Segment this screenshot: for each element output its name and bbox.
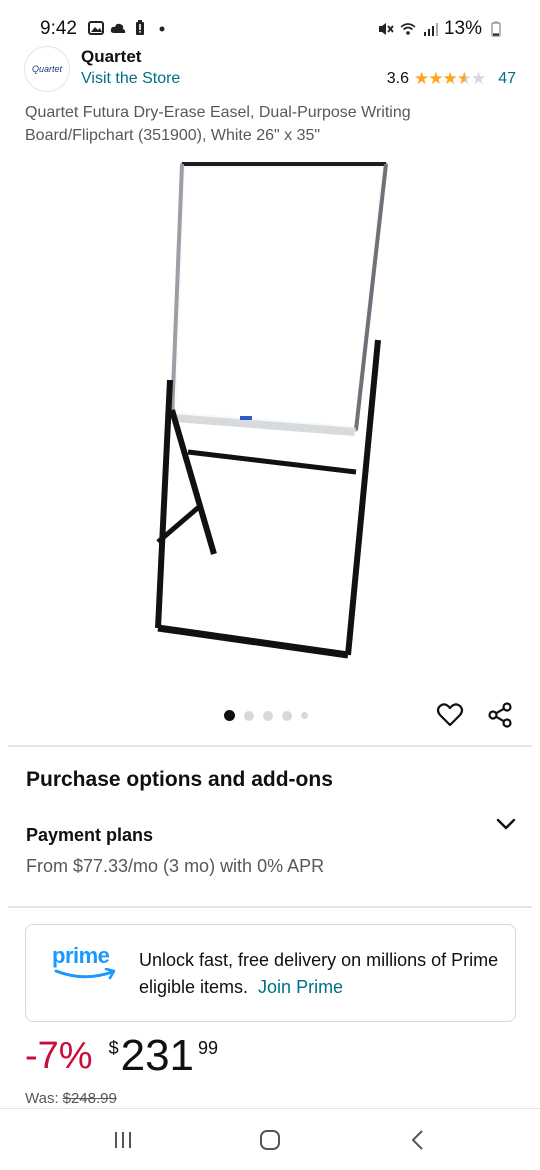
- rating-value: 3.6: [386, 70, 409, 87]
- signal-icon: [423, 23, 438, 36]
- price-whole: 231: [120, 1031, 195, 1080]
- discount-percent: -7%: [25, 1035, 93, 1077]
- status-time: 9:42: [40, 18, 77, 39]
- prime-logo: prime: [52, 943, 110, 968]
- mute-icon: [378, 23, 394, 35]
- prime-message: Unlock fast, free delivery on millions o…: [139, 947, 499, 1001]
- battery-percent: 13%: [443, 18, 482, 39]
- was-price-row: Was: $248.99: [25, 1090, 117, 1107]
- price-row: -7% $ 231 99: [25, 1032, 218, 1084]
- gallery-icon: [88, 21, 104, 35]
- home-icon[interactable]: [255, 1127, 285, 1153]
- status-notification-icons: [88, 20, 170, 36]
- carousel-dot-active[interactable]: [224, 710, 235, 721]
- wifi-icon: [400, 23, 416, 35]
- carousel-dot[interactable]: [282, 710, 292, 721]
- system-nav-bar: [0, 1108, 540, 1170]
- cloud-icon: [110, 23, 126, 33]
- was-label: Was:: [25, 1090, 59, 1107]
- section-divider: [8, 906, 532, 908]
- was-price: $248.99: [62, 1090, 117, 1107]
- brand-name[interactable]: Quartet: [81, 47, 141, 67]
- join-prime-link[interactable]: Join Prime: [258, 977, 343, 997]
- purchase-options-title: Purchase options and add-ons: [26, 768, 333, 791]
- payment-plans-text: From $77.33/mo (3 mo) with 0% APR: [26, 856, 325, 876]
- battery-icon: [491, 21, 501, 37]
- battery-alert-icon: [136, 20, 144, 35]
- dot-icon: [159, 26, 165, 32]
- carousel-dot[interactable]: [244, 710, 254, 721]
- recent-apps-icon[interactable]: [108, 1127, 138, 1153]
- prime-promo-box[interactable]: prime Unlock fast, free delivery on mill…: [25, 924, 516, 1022]
- share-icon[interactable]: [486, 701, 514, 729]
- chevron-down-icon[interactable]: [494, 812, 518, 836]
- visit-store-link[interactable]: Visit the Store: [81, 70, 180, 88]
- carousel-dot[interactable]: [263, 710, 273, 721]
- image-carousel-dots[interactable]: [224, 710, 308, 721]
- brand-logo[interactable]: Quartet: [24, 46, 70, 92]
- price-currency: $: [108, 1038, 119, 1058]
- section-divider: [8, 745, 532, 747]
- carousel-dot[interactable]: [301, 712, 308, 719]
- product-title: Quartet Futura Dry-Erase Easel, Dual-Pur…: [25, 104, 411, 144]
- heart-icon[interactable]: [436, 701, 464, 729]
- rating-count[interactable]: 47: [498, 70, 516, 88]
- star-rating-icon: ★★★★★: [413, 69, 486, 88]
- brand-header: Quartet Quartet Visit the Store 3.6 ★★★★…: [0, 40, 540, 96]
- status-system-icons: 13%: [378, 18, 504, 40]
- back-icon[interactable]: [403, 1127, 433, 1153]
- rating-summary[interactable]: 3.6 ★★★★★ 47: [387, 69, 516, 89]
- prime-smile-icon: [54, 968, 116, 980]
- whiteboard-easel-image[interactable]: [130, 150, 410, 670]
- price-fraction: 99: [198, 1038, 219, 1058]
- payment-plans-title[interactable]: Payment plans: [26, 825, 153, 846]
- brand-logo-text: Quartet: [31, 64, 62, 74]
